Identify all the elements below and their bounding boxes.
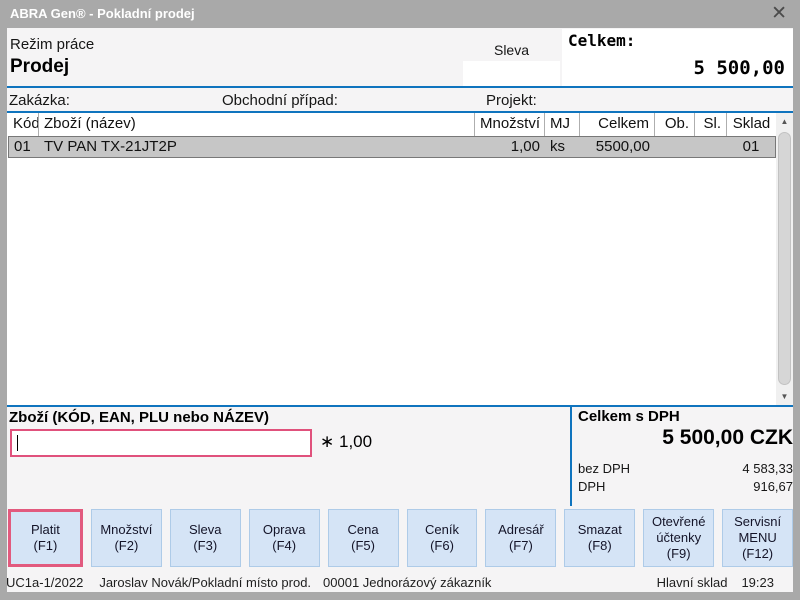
service-menu-button[interactable]: Servisní MENU(F12) — [722, 509, 793, 567]
discount-label: Sleva — [463, 42, 560, 58]
window-title: ABRA Gen® - Pokladní prodej — [10, 6, 195, 21]
vat-row: bez DPH 4 583,33 — [578, 461, 793, 479]
pay-button[interactable]: Platit(F1) — [8, 509, 83, 567]
title-bar: ABRA Gen® - Pokladní prodej ✕ — [0, 0, 800, 28]
open-receipts-button[interactable]: Otevřené účtenky(F9) — [643, 509, 714, 567]
customer-info: 00001 Jednorázový zákazník — [323, 575, 491, 590]
item-entry-input[interactable] — [10, 429, 312, 457]
operator-info: Jaroslav Novák/Pokladní místo prod. — [99, 575, 311, 590]
discount-button[interactable]: Sleva(F3) — [170, 509, 241, 567]
col-header-sklad: Sklad — [727, 113, 776, 136]
row-cell-kod: 01 — [9, 137, 39, 157]
without-vat-value: 4 583,33 — [742, 461, 793, 479]
row-cell-mj: ks — [545, 137, 580, 157]
total-with-vat-label: Celkem s DPH — [578, 408, 680, 425]
divider — [7, 86, 793, 88]
row-cell-nazev: TV PAN TX-21JT2P — [39, 137, 475, 157]
item-entry-label: Zboží (KÓD, EAN, PLU nebo NÁZEV) — [9, 409, 269, 426]
divider — [7, 405, 793, 407]
without-vat-label: bez DPH — [578, 461, 630, 479]
multiply-icon: ∗ — [320, 432, 334, 451]
row-cell-celkem: 5500,00 — [580, 137, 655, 157]
scrollbar-thumb[interactable] — [778, 132, 791, 385]
business-case-label: Obchodní případ: — [222, 92, 338, 109]
function-key-bar: Platit(F1) Množství(F2) Sleva(F3) Oprava… — [8, 509, 793, 567]
discount-field[interactable] — [463, 61, 560, 86]
warehouse-name: Hlavní sklad — [657, 575, 728, 590]
correction-button[interactable]: Oprava(F4) — [249, 509, 320, 567]
multiplier-value: 1,00 — [339, 432, 372, 451]
scroll-down-icon[interactable]: ▼ — [776, 388, 793, 405]
vat-value: 916,67 — [753, 479, 793, 497]
col-header-mnozstvi: Množství — [475, 113, 545, 136]
total-value: 5 500,00 — [562, 57, 785, 79]
col-header-sl: Sl. — [695, 113, 727, 136]
col-header-mj: MJ — [545, 113, 580, 136]
row-cell-mnozstvi: 1,00 — [475, 137, 545, 157]
row-cell-sklad: 01 — [727, 137, 775, 157]
order-label: Zakázka: — [9, 92, 70, 109]
total-with-vat-amount: 5 500,00 CZK — [578, 426, 793, 450]
table-header-row: Kód Zboží (název) Množství MJ Celkem Ob.… — [8, 113, 776, 136]
col-header-ob: Ob. — [655, 113, 695, 136]
project-label: Projekt: — [486, 92, 537, 109]
document-number: UC1a-1/2022 — [6, 575, 83, 590]
close-icon[interactable]: ✕ — [771, 2, 787, 26]
work-mode-label: Režim práce — [10, 36, 94, 53]
row-cell-sl — [695, 137, 727, 157]
quantity-multiplier: ∗ 1,00 — [320, 432, 372, 452]
delete-button[interactable]: Smazat(F8) — [564, 509, 635, 567]
col-header-nazev: Zboží (název) — [39, 113, 475, 136]
table-row-selected[interactable]: 01 TV PAN TX-21JT2P 1,00 ks 5500,00 01 — [8, 136, 776, 158]
price-button[interactable]: Cena(F5) — [328, 509, 399, 567]
text-caret — [17, 435, 18, 451]
price-list-button[interactable]: Ceník(F6) — [407, 509, 478, 567]
vertical-scrollbar[interactable]: ▲ ▼ — [776, 113, 793, 405]
vat-row: DPH 916,67 — [578, 479, 793, 497]
work-mode-value: Prodej — [10, 56, 69, 78]
col-header-celkem: Celkem — [580, 113, 655, 136]
status-bar: UC1a-1/2022 Jaroslav Novák/Pokladní míst… — [6, 573, 774, 591]
total-label: Celkem: — [568, 31, 635, 50]
scroll-up-icon[interactable]: ▲ — [776, 113, 793, 130]
address-book-button[interactable]: Adresář(F7) — [485, 509, 556, 567]
quantity-button[interactable]: Množství(F2) — [91, 509, 162, 567]
clock: 19:23 — [741, 575, 774, 590]
col-header-kod: Kód — [8, 113, 39, 136]
row-cell-ob — [655, 137, 695, 157]
vat-label: DPH — [578, 479, 605, 497]
divider — [570, 407, 572, 506]
